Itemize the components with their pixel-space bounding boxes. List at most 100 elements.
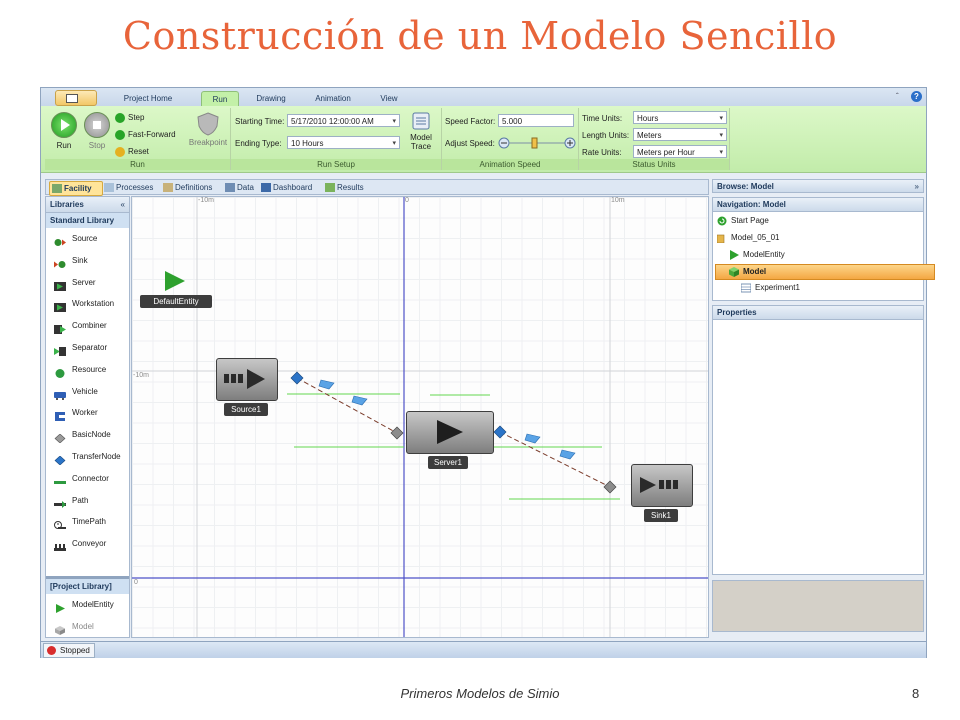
dashboard-icon — [261, 183, 271, 192]
source1-label[interactable]: Source1 — [224, 403, 268, 416]
server1-object[interactable] — [406, 411, 494, 454]
sink-icon — [54, 256, 66, 268]
tab-definitions[interactable]: Definitions — [161, 181, 212, 194]
starting-time-combo[interactable]: 5/17/2010 12:00:00 AM ▾ — [287, 114, 400, 127]
status-bar: Stopped — [41, 641, 926, 658]
facility-canvas[interactable]: -10m 0 10m -10m 0 DefaultEntity Source1 … — [131, 196, 709, 638]
project-library-title[interactable]: [Project Library] — [46, 579, 129, 594]
tab-data[interactable]: Data — [223, 181, 254, 194]
default-entity-label[interactable]: DefaultEntity — [140, 295, 212, 308]
dropdown-arrow-icon: ▾ — [719, 149, 723, 156]
library-item-conveyor[interactable]: Conveyor — [46, 533, 129, 555]
collapse-libraries-icon[interactable]: « — [121, 197, 125, 212]
source-icon — [54, 234, 66, 246]
speed-factor-input[interactable]: 5.000 — [498, 114, 574, 127]
library-item-label: Model — [72, 621, 94, 631]
time-units-combo[interactable]: Hours ▾ — [633, 111, 727, 124]
project-library: [Project Library] ModelEntity Model — [46, 576, 129, 639]
run-button[interactable]: Run — [49, 112, 79, 150]
library-item-combiner[interactable]: Combiner — [46, 315, 129, 337]
libraries-panel: Libraries « Standard Library Source Sink … — [45, 196, 130, 638]
reset-button[interactable]: Reset — [115, 145, 149, 159]
stop-button[interactable]: Stop — [82, 112, 112, 150]
library-item-source[interactable]: Source — [46, 228, 129, 250]
transfer-node-icon — [54, 452, 66, 466]
dropdown-arrow-icon: ▾ — [392, 118, 396, 125]
stop-label: Stop — [88, 141, 106, 150]
rate-units-combo[interactable]: Meters per Hour ▾ — [633, 145, 727, 158]
nav-item-project[interactable]: Model_05_01 — [716, 231, 779, 245]
model-trace-button[interactable]: Model Trace — [405, 111, 437, 151]
ending-type-combo[interactable]: 10 Hours ▾ — [287, 136, 400, 149]
standard-library-title[interactable]: Standard Library — [46, 212, 129, 228]
tab-dashboard[interactable]: Dashboard — [259, 181, 312, 194]
library-item-sink[interactable]: Sink — [46, 250, 129, 272]
start-page-icon — [717, 216, 727, 226]
application-menu-button[interactable] — [55, 90, 97, 106]
fast-forward-button[interactable]: Fast-Forward — [115, 128, 176, 142]
library-item-model[interactable]: Model — [46, 616, 129, 638]
nav-item-start-page[interactable]: Start Page — [717, 214, 769, 228]
library-item-worker[interactable]: Worker — [46, 402, 129, 424]
ribbon: Run Stop Step Fast-Forward Reset Breakpo… — [41, 106, 926, 173]
length-units-combo[interactable]: Meters ▾ — [633, 128, 727, 141]
starting-time-label: Starting Time: — [235, 117, 285, 126]
library-item-basicnode[interactable]: BasicNode — [46, 424, 129, 446]
library-item-server[interactable]: Server — [46, 272, 129, 294]
tab-view[interactable]: View — [371, 91, 407, 106]
tab-run[interactable]: Run — [201, 91, 239, 107]
library-item-separator[interactable]: Separator — [46, 337, 129, 359]
breakpoint-button[interactable]: Breakpoint — [187, 112, 229, 147]
tab-drawing[interactable]: Drawing — [247, 91, 295, 106]
page-number: 8 — [912, 686, 920, 701]
dropdown-arrow-icon: ▾ — [719, 132, 723, 139]
library-item-modelentity[interactable]: ModelEntity — [46, 594, 129, 616]
run-group-label: Run — [45, 159, 230, 170]
minimize-ribbon-icon[interactable]: ˆ — [896, 92, 899, 101]
library-item-connector[interactable]: Connector — [46, 468, 129, 490]
library-item-label: Resource — [72, 364, 107, 374]
status-units-group: Time Units: Hours ▾ Length Units: Meters ▾… — [579, 108, 730, 170]
tab-project-home[interactable]: Project Home — [109, 91, 187, 106]
source1-object[interactable] — [216, 358, 278, 401]
tab-dashboard-label: Dashboard — [273, 183, 313, 192]
slide-title: Construcción de un Modelo Sencillo — [122, 14, 838, 58]
tab-facility[interactable]: Facility — [49, 181, 103, 196]
speed-slider[interactable] — [498, 137, 576, 149]
tab-animation[interactable]: Animation — [307, 91, 359, 106]
library-item-path[interactable]: Path — [46, 490, 129, 512]
library-item-workstation[interactable]: Workstation — [46, 293, 129, 315]
library-item-vehicle[interactable]: Vehicle — [46, 381, 129, 403]
step-button[interactable]: Step — [115, 111, 144, 125]
shield-icon — [197, 112, 219, 136]
tab-facility-label: Facility — [64, 184, 92, 193]
sink1-object[interactable] — [631, 464, 693, 507]
run-setup-group-label: Run Setup — [231, 159, 441, 170]
results-icon — [325, 183, 335, 192]
model-trace-label-1: Model — [410, 133, 432, 142]
server1-label[interactable]: Server1 — [428, 456, 468, 469]
nav-item-experiment[interactable]: Experiment1 — [740, 281, 800, 295]
entity-triangle-icon — [54, 600, 66, 613]
server-icon — [54, 278, 66, 291]
tab-results[interactable]: Results — [323, 181, 364, 194]
sink1-label[interactable]: Sink1 — [644, 509, 678, 522]
properties-box: Properties — [712, 305, 924, 575]
tab-processes[interactable]: Processes — [102, 181, 153, 194]
ending-type-label: Ending Type: — [235, 139, 282, 148]
tab-data-label: Data — [237, 183, 254, 192]
expand-browse-icon[interactable]: » — [915, 180, 919, 194]
combiner-icon — [54, 321, 66, 335]
library-item-resource[interactable]: Resource — [46, 359, 129, 381]
nav-item-modelentity[interactable]: ModelEntity — [729, 248, 785, 262]
library-item-timepath[interactable]: TimePath — [46, 511, 129, 533]
library-item-transfernode[interactable]: TransferNode — [46, 446, 129, 468]
path-icon — [54, 496, 66, 508]
navigation-title: Navigation: Model — [713, 198, 923, 212]
speed-factor-label: Speed Factor: — [445, 117, 496, 126]
run-group: Run Stop Step Fast-Forward Reset Breakpo… — [45, 108, 231, 170]
sink-symbol-icon — [640, 477, 678, 493]
nav-item-model[interactable]: Model — [715, 264, 935, 280]
reset-icon — [115, 146, 125, 157]
help-icon[interactable]: ? — [911, 91, 922, 102]
